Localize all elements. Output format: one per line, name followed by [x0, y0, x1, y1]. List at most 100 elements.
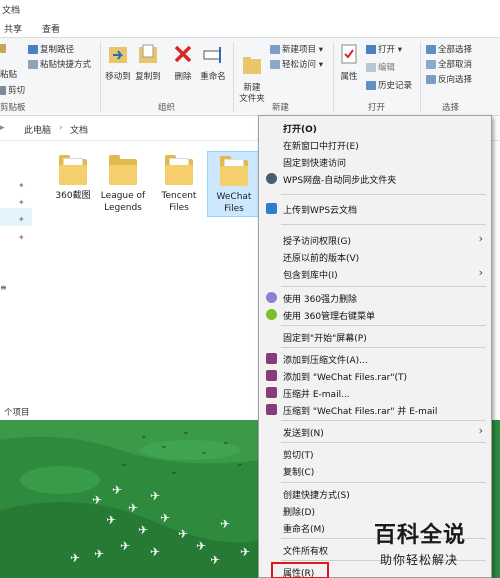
- winrar-icon: [266, 387, 277, 398]
- menu-item-compress-email[interactable]: 压缩并 E-mail...: [259, 384, 491, 402]
- menu-item-wps-sync[interactable]: WPS网盘-自动同步此文件夹: [259, 170, 491, 188]
- tab-view[interactable]: 查看: [42, 22, 60, 35]
- scissors-icon: [0, 85, 6, 95]
- menu-item-create-shortcut[interactable]: 创建快捷方式(S): [259, 485, 491, 503]
- rename-button[interactable]: 重命名: [198, 43, 228, 83]
- easy-access-button[interactable]: 轻松访问 ▾: [270, 58, 323, 70]
- pin-icon[interactable]: ✦: [18, 198, 25, 207]
- wps-upload-icon: [266, 203, 277, 214]
- folder-item-360[interactable]: 360截图: [46, 151, 100, 202]
- delete-x-icon: [174, 45, 192, 63]
- menu-item-open-new-window[interactable]: 在新窗口中打开(E): [259, 136, 491, 154]
- bird-shape: ⌄: [140, 431, 148, 441]
- pin-icon[interactable]: ✦: [18, 215, 25, 224]
- menu-item-open[interactable]: 打开(O): [259, 119, 491, 137]
- group-divider: [420, 42, 421, 112]
- folder-item-tencent[interactable]: Tencent Files: [152, 151, 206, 214]
- nav-item-selected[interactable]: [0, 208, 32, 226]
- paste-button[interactable]: [0, 44, 8, 53]
- paste-shortcut-icon: [28, 59, 38, 69]
- nav-item-partial[interactable]: ≡: [0, 283, 7, 292]
- navigation-pane: ✦ ✦ ✦ ✦ ≡: [0, 141, 34, 403]
- status-bar: 个项目: [0, 403, 258, 420]
- history-button[interactable]: 历史记录: [366, 79, 412, 91]
- menu-item-copy[interactable]: 复制(C): [259, 462, 491, 480]
- folder-icon: [165, 155, 193, 185]
- cut-button[interactable]: 剪切: [0, 84, 25, 96]
- group-divider: [333, 42, 334, 112]
- wps-cloud-icon: [266, 173, 277, 184]
- bird-shape: ⌄: [182, 427, 190, 437]
- group-label-new: 新建: [272, 103, 290, 113]
- winrar-icon: [266, 404, 277, 415]
- menu-item-wps-upload[interactable]: 上传到WPS云文档: [259, 200, 491, 218]
- folder-item-league[interactable]: League of Legends: [96, 151, 150, 214]
- group-label-organize: 组织: [158, 103, 176, 113]
- open-button[interactable]: 打开 ▾: [366, 43, 402, 55]
- menu-item-pin-quick-access[interactable]: 固定到快速访问: [259, 153, 491, 171]
- properties-button[interactable]: 属性: [336, 43, 362, 83]
- properties-check-icon: [341, 44, 357, 64]
- copy-to-icon: [139, 44, 157, 63]
- chevron-right-icon: ›: [59, 123, 63, 133]
- folder-name: WeChat Files: [216, 192, 252, 214]
- menu-separator: [281, 442, 486, 443]
- menu-item-compress-rar-email[interactable]: 压缩到 "WeChat Files.rar" 并 E-mail: [259, 401, 491, 419]
- tab-share[interactable]: 共享: [4, 22, 22, 35]
- group-label-open: 打开: [368, 103, 386, 113]
- copy-path-button[interactable]: 复制路径: [28, 43, 74, 55]
- menu-item-send-to[interactable]: 发送到(N) ›: [259, 423, 491, 441]
- breadcrumb-documents[interactable]: 文档: [70, 123, 88, 136]
- menu-item-restore-versions[interactable]: 还原以前的版本(V): [259, 248, 491, 266]
- group-divider: [100, 42, 101, 112]
- invert-selection-button[interactable]: 反向选择: [426, 73, 472, 85]
- bird-shape: ⌄: [120, 459, 128, 469]
- breadcrumb-this-pc[interactable]: 此电脑: [24, 123, 51, 136]
- bird-shape: ✈: [70, 551, 81, 565]
- bird-shape: ✈: [150, 545, 161, 559]
- bird-shape: ✈: [128, 501, 139, 515]
- watermark-subtitle: 助你轻松解决: [380, 553, 459, 567]
- move-to-button[interactable]: 移动到: [104, 43, 132, 83]
- folder-icon: [220, 156, 248, 186]
- new-item-button[interactable]: 新建项目 ▾: [270, 43, 323, 55]
- edit-button[interactable]: 编辑: [366, 61, 395, 73]
- bird-shape: ✈: [240, 545, 251, 559]
- menu-item-add-archive[interactable]: 添加到压缩文件(A)...: [259, 350, 491, 368]
- paste-shortcut-button[interactable]: 粘贴快捷方式: [28, 58, 91, 70]
- select-all-button[interactable]: 全部选择: [426, 43, 472, 55]
- bird-shape: ✈: [178, 527, 189, 541]
- menu-separator: [281, 286, 486, 287]
- menu-item-pin-start[interactable]: 固定到"开始"屏幕(P): [259, 328, 491, 346]
- easy-access-icon: [270, 59, 280, 69]
- ribbon-tabs: 共享 查看: [0, 18, 500, 38]
- menu-separator: [281, 224, 486, 225]
- history-icon: [366, 80, 376, 90]
- watermark-logo: 百科全说 助你轻松解决: [366, 513, 492, 571]
- bird-shape: ✈: [150, 489, 161, 503]
- paste-label-button[interactable]: 粘贴: [0, 68, 17, 80]
- pin-icon[interactable]: ✦: [18, 233, 25, 242]
- group-divider: [233, 42, 234, 112]
- folder-item-wechat[interactable]: WeChat Files: [207, 151, 261, 217]
- new-folder-button[interactable]: 新建 文件夹: [236, 43, 268, 105]
- folder-name: League of Legends: [100, 191, 146, 213]
- menu-item-360-delete[interactable]: 使用 360强力删除: [259, 289, 491, 307]
- menu-item-include-library[interactable]: 包含到库中(I) ›: [259, 265, 491, 283]
- select-none-icon: [426, 59, 436, 69]
- folder-icon: [109, 155, 137, 185]
- menu-item-add-rar[interactable]: 添加到 "WeChat Files.rar"(T): [259, 367, 491, 385]
- menu-separator: [281, 347, 486, 348]
- open-icon: [366, 44, 376, 54]
- select-all-icon: [426, 44, 436, 54]
- delete-button[interactable]: 删除: [170, 43, 196, 83]
- pin-icon[interactable]: ✦: [18, 181, 25, 190]
- menu-item-360-manage[interactable]: 使用 360管理右键菜单: [259, 306, 491, 324]
- 360-manage-icon: [266, 309, 277, 320]
- menu-item-grant-access[interactable]: 授予访问权限(G) ›: [259, 231, 491, 249]
- menu-item-cut[interactable]: 剪切(T): [259, 445, 491, 463]
- folder-name: 360截图: [55, 191, 91, 201]
- select-none-button[interactable]: 全部取消: [426, 58, 472, 70]
- copy-to-button[interactable]: 复制到: [134, 43, 162, 83]
- menu-separator: [281, 325, 486, 326]
